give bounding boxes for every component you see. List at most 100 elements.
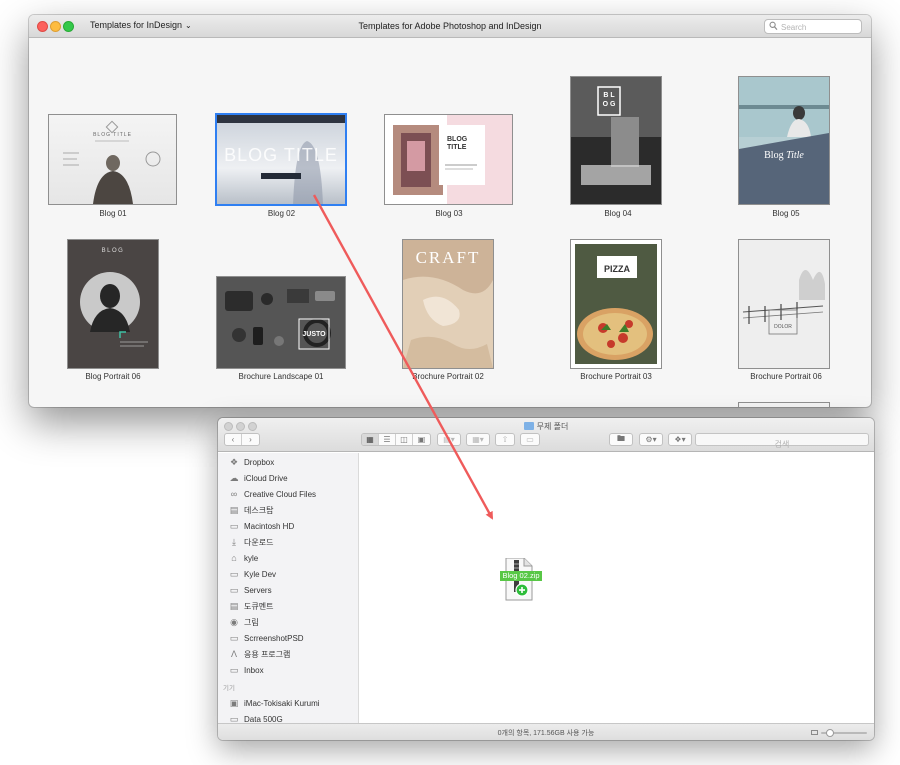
template-label: Blog 05 <box>772 209 800 218</box>
status-bar: 0개의 항목, 171.56GB 사용 가능 <box>218 723 874 740</box>
title-bar: Templates for InDesign ⌄ Templates for Ad… <box>29 15 871 38</box>
sidebar-item-documents[interactable]: ▤ 도큐멘트 <box>228 599 274 613</box>
template-label: Blog 01 <box>99 209 127 218</box>
sidebar-item-kyle-dev[interactable]: ▭ Kyle Dev <box>228 567 276 581</box>
gallery-view-button[interactable]: ▣ <box>413 434 430 445</box>
share-icon: ⇧ <box>501 435 509 444</box>
thumb-title: BLOG TITLE <box>224 145 338 165</box>
search-icon <box>769 21 778 30</box>
sidebar-item-label: 도큐멘트 <box>244 601 274 611</box>
zip-file-item[interactable] <box>500 557 544 609</box>
template-brochure-portrait-03[interactable]: PIZZA Brochure Portrait 03 <box>570 239 662 385</box>
template-blog-portrait-06[interactable]: BLOG Blog Portrait 06 <box>67 239 159 385</box>
template-brochure-portrait-02[interactable]: CRAFT Brochure Portrait 02 <box>402 239 494 385</box>
sidebar-item-pictures[interactable]: ◉ 그림 <box>228 615 259 629</box>
thumb-title-line-1: Blog <box>764 150 784 161</box>
thumb-title: DOLOR <box>774 324 792 330</box>
template-thumbnail: Blog Title <box>738 76 830 205</box>
thumb-title: BLOG TITLE <box>93 132 132 138</box>
finder-title-label: 무제 폴더 <box>536 422 569 431</box>
icon-view-button[interactable]: ▦ <box>362 434 379 445</box>
icon-size-slider[interactable] <box>821 729 867 737</box>
template-blog-04[interactable]: B L O G Blog 04 <box>570 76 666 220</box>
template-thumbnail: B L O G <box>570 76 662 205</box>
sidebar-item-creative-cloud-files[interactable]: ∞ Creative Cloud Files <box>228 487 316 501</box>
template-blog-01[interactable]: BLOG TITLE Blog 01 <box>48 114 178 220</box>
template-thumbnail: BLOG TITLE <box>215 113 347 206</box>
template-blog-05[interactable]: Blog Title Blog 05 <box>738 76 834 220</box>
template-label: Brochure Landscape 01 <box>238 372 324 381</box>
tags-button[interactable]: ▭ <box>520 433 540 446</box>
finder-search-input[interactable] <box>696 439 868 450</box>
brochure-portrait-03-art <box>575 244 657 364</box>
sidebar-item-icloud-drive[interactable]: ☁ iCloud Drive <box>228 471 288 485</box>
template-brochure-portrait-06[interactable]: DOLOR Brochure Portrait 06 <box>738 239 834 385</box>
finder-content: Blog 02.zip <box>360 453 874 723</box>
cloud-icon: ☁ <box>229 472 239 483</box>
thumb-title-line-2: Title <box>786 150 804 161</box>
template-label: Brochure Portrait 02 <box>412 372 484 381</box>
sidebar-item-label: Dropbox <box>244 457 275 467</box>
sidebar-item-label: ScrreenshotPSD <box>244 633 304 643</box>
sidebar-item-imac[interactable]: ▣ iMac-Tokisaki Kurumi <box>228 696 320 710</box>
back-forward-buttons: ‹ › <box>224 433 260 446</box>
arrange-button[interactable]: ▦▾ <box>466 433 490 446</box>
sidebar-item-kyle[interactable]: ⌂ kyle <box>228 551 258 565</box>
thumb-title-line-2: TITLE <box>447 144 467 151</box>
sidebar-item-label: Creative Cloud Files <box>244 489 317 499</box>
template-blog-02[interactable]: BLOG TITLE Blog 02 <box>215 113 348 220</box>
tag-icon: ▭ <box>526 435 534 444</box>
template-label: Blog Portrait 06 <box>85 372 141 381</box>
thumb-title: B L O G <box>602 92 616 108</box>
template-label: Brochure Portrait 06 <box>750 372 822 381</box>
sidebar-item-servers[interactable]: ▭ Servers <box>228 583 272 597</box>
sidebar-item-label: kyle <box>244 553 259 563</box>
forward-button[interactable]: › <box>242 434 259 445</box>
back-button[interactable]: ‹ <box>225 434 242 445</box>
sidebar-item-inbox[interactable]: ▭ Inbox <box>228 663 264 677</box>
thumb-title: CRAFT <box>415 248 481 267</box>
sidebar-item-applications[interactable]: Λ 응용 프로그램 <box>228 647 290 661</box>
finder-sidebar: ❖ Dropbox ☁ iCloud Drive ∞ Creative Cloud F… <box>218 453 359 724</box>
sidebar-item-label: Kyle Dev <box>244 569 277 579</box>
finder-window: 무제 폴더 ‹ › ▦ ☰ ◫ ▣ ▤▾ ▦▾ ⇧ ▭ 🖿 ⚙▾ ❖▾ ❖ Dro… <box>218 418 874 740</box>
applications-icon: Λ <box>230 649 237 659</box>
action-menu-button[interactable]: ⚙▾ <box>639 433 663 446</box>
new-folder-button[interactable]: 🖿 <box>609 433 633 446</box>
sidebar-item-dropbox[interactable]: ❖ Dropbox <box>228 455 274 469</box>
sidebar-section-devices: 기기 <box>223 685 235 692</box>
thumb-title: BLOG <box>101 248 125 254</box>
sidebar-item-macintosh-hd[interactable]: ▭ Macintosh HD <box>228 519 295 533</box>
search-input[interactable] <box>781 21 859 33</box>
home-icon: ⌂ <box>231 553 237 563</box>
sidebar-item-label: 응용 프로그램 <box>244 649 291 659</box>
template-blog-03[interactable]: BLOG TITLE Blog 03 <box>384 114 514 220</box>
sidebar-item-desktop[interactable]: ▤ 데스크탑 <box>228 503 274 517</box>
thumb-title-line-1: BLOG <box>447 136 468 143</box>
share-button[interactable]: ⇧ <box>495 433 515 446</box>
thumb-title: JUSTO <box>302 331 326 338</box>
dropbox-menu-button[interactable]: ❖▾ <box>668 433 692 446</box>
sidebar-item-downloads[interactable]: ⤓ 다운로드 <box>228 535 273 549</box>
group-button[interactable]: ▤▾ <box>437 433 461 446</box>
sidebar-item-scrreenshotpsd[interactable]: ▭ ScrreenshotPSD <box>228 631 304 645</box>
desktop-icon: ▤ <box>229 504 239 515</box>
blog-01-art <box>63 120 161 204</box>
finder-search-field[interactable] <box>695 433 869 450</box>
sidebar-item-label: 다운로드 <box>244 537 274 547</box>
blog-03-art <box>393 115 512 204</box>
sidebar-item-label: iMac-Tokisaki Kurumi <box>244 698 320 708</box>
blog-portrait-06-art <box>80 272 148 347</box>
list-view-button[interactable]: ☰ <box>379 434 396 445</box>
next-row-thumbnail-edge <box>738 402 830 407</box>
template-brochure-landscape-01[interactable]: JUSTO Brochure Landscape 01 <box>216 276 346 385</box>
search-field[interactable] <box>764 19 862 34</box>
template-label: Blog 03 <box>435 209 463 218</box>
sidebar-item-label: Inbox <box>244 665 264 675</box>
templates-window: Templates for InDesign ⌄ Templates for Ad… <box>29 15 871 407</box>
window-title: Templates for Adobe Photoshop and InDesi… <box>358 21 542 31</box>
finder-title: 무제 폴더 <box>218 421 874 432</box>
template-thumbnail: BLOG TITLE <box>48 114 177 205</box>
column-view-button[interactable]: ◫ <box>396 434 413 445</box>
file-name-label: Blog 02.zip <box>500 571 542 581</box>
